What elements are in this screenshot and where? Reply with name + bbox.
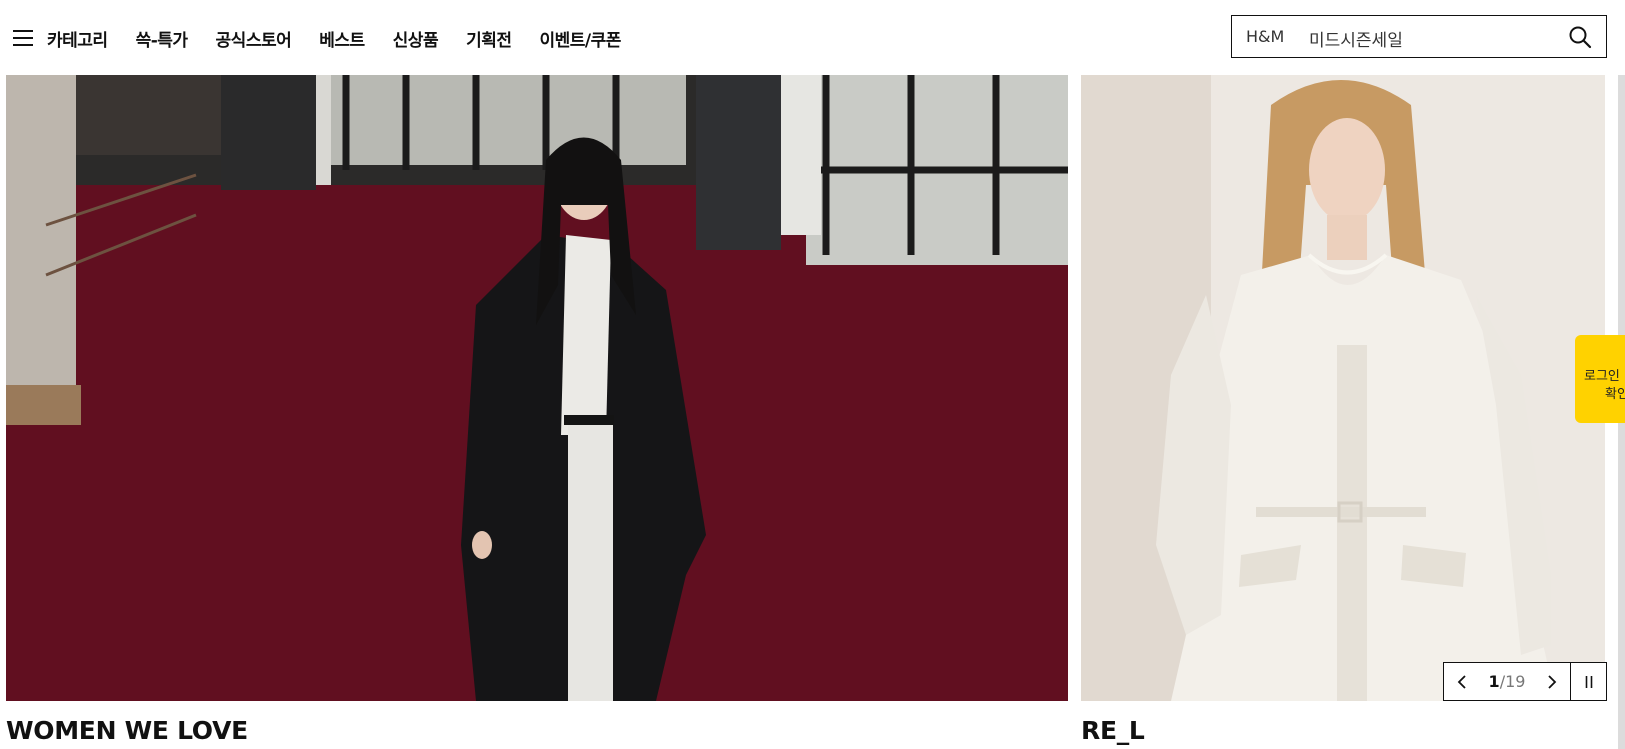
carousel-page-count: 1/19 [1480,672,1534,691]
nav-item-events-coupons[interactable]: 이벤트/쿠폰 [540,26,622,51]
carousel-next-button[interactable] [1534,663,1570,700]
search-brand-keyword: H&M [1246,27,1285,46]
nav-item-official-store[interactable]: 공식스토어 [216,26,292,51]
search-input[interactable]: H&M 미드시즌세일 [1231,15,1607,58]
nav-item-special-price[interactable]: 쓱-특가 [136,26,188,51]
hamburger-menu-icon[interactable] [13,30,33,46]
banner-title-rel[interactable]: RE_L [1081,716,1145,745]
carousel-pause-button[interactable] [1570,663,1606,700]
chevron-left-icon [1457,674,1466,689]
carousel-pager: 1/19 [1443,662,1607,701]
carousel-prev-button[interactable] [1444,663,1480,700]
login-tab-sublabel: 확인 [1605,387,1625,402]
banner-image-rel[interactable] [1081,75,1605,701]
nav-item-best[interactable]: 베스트 [319,26,365,51]
login-tab-label: 로그인 [1584,369,1620,384]
chevron-right-icon [1548,674,1557,689]
nav-item-new-arrivals[interactable]: 신상품 [393,26,439,51]
banner-title-women-we-love[interactable]: WOMEN WE LOVE [6,716,248,745]
carousel-total-pages: 19 [1505,672,1526,691]
search-keyword: 미드시즌세일 [1309,31,1403,51]
site-header: 카테고리 쓱-특가 공식스토어 베스트 신상품 기획전 이벤트/쿠폰 H&M 미… [0,0,1625,75]
search-icon[interactable] [1568,25,1592,49]
nav-item-category[interactable]: 카테고리 [47,26,108,51]
banner-image-women-we-love[interactable] [6,75,1068,701]
carousel-current-page: 1 [1488,672,1500,691]
main-nav: 카테고리 쓱-특가 공식스토어 베스트 신상품 기획전 이벤트/쿠폰 [47,26,649,51]
login-check-tab[interactable]: 로그인 확인 [1575,335,1625,423]
pause-icon [1585,675,1592,688]
nav-item-exhibitions[interactable]: 기획전 [466,26,512,51]
